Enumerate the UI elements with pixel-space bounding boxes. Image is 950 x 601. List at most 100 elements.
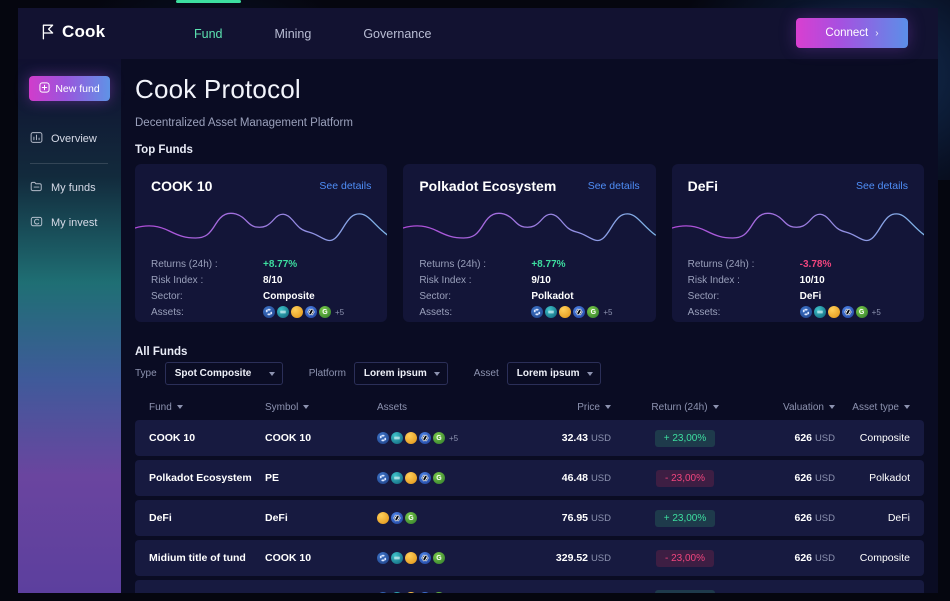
filter-select-asset[interactable]: Lorem ipsum: [506, 362, 601, 385]
table-row[interactable]: Polkadot Ecosystem PE G 46.48 USD - 23,0…: [135, 460, 924, 496]
connect-wallet-button[interactable]: Connect ›: [796, 18, 908, 48]
chevron-right-icon: ›: [875, 27, 879, 39]
nav-item-mining[interactable]: Mining: [249, 8, 338, 59]
asset-chip-group: G +5: [531, 306, 612, 318]
cell-symbol: PE: [265, 472, 280, 484]
top-navigation-bar: Cook Fund Mining Governance Connect ›: [18, 0, 938, 59]
see-details-link[interactable]: See details: [319, 180, 371, 192]
price-unit: USD: [590, 433, 611, 444]
asset-icon-green: G: [855, 306, 868, 318]
cell-fund: Midium title of tund: [149, 552, 246, 564]
risk-label: Risk Index :: [419, 274, 472, 286]
filter-select-platform[interactable]: Lorem ipsum: [353, 362, 448, 385]
asset-icon-polkadot: [377, 472, 389, 484]
cell-price: 19.78 USD: [517, 592, 629, 593]
fund-card[interactable]: Polkadot Ecosystem See details Returns (…: [403, 164, 656, 322]
asset-more-count: +5: [335, 307, 345, 317]
new-fund-button[interactable]: New fund: [29, 76, 110, 101]
cell-assets: G: [377, 512, 517, 524]
filter-select-type[interactable]: Spot Composite: [164, 362, 283, 385]
card-returns-row: Returns (24h) : -3.78%: [688, 256, 908, 272]
asset-icon-teal: [391, 432, 403, 444]
asset-more-count: +5: [603, 307, 613, 317]
column-header-asset-type[interactable]: Asset type: [851, 402, 924, 413]
chevron-down-icon: [433, 371, 440, 376]
card-risk-row: Risk Index : 8/10: [151, 272, 371, 288]
cell-symbol: COOK 10: [265, 552, 312, 564]
column-header-valuation[interactable]: Valuation: [741, 402, 851, 413]
valuation-unit: USD: [814, 513, 835, 524]
sidebar-item-my-invest[interactable]: My invest: [30, 212, 110, 234]
returns-label: Returns (24h) :: [419, 258, 487, 270]
overview-icon: [30, 131, 43, 147]
asset-icon-green: G: [433, 552, 445, 564]
returns-value: +8.77%: [531, 258, 566, 270]
asset-icon-btc: [827, 306, 840, 318]
asset-icon-cosmos: [573, 306, 586, 318]
fund-card[interactable]: COOK 10 See details Returns (24h): +8.7…: [135, 164, 388, 322]
asset-icon-btc: [377, 512, 389, 524]
column-label: Valuation: [783, 401, 824, 413]
sidebar-item-label: Overview: [51, 133, 97, 145]
card-returns-row: Returns (24h) : +8.77%: [419, 256, 639, 272]
sidebar-item-my-funds[interactable]: My funds: [30, 177, 110, 199]
main-content: Cook Protocol Decentralized Asset Manage…: [121, 59, 938, 593]
see-details-link[interactable]: See details: [588, 180, 640, 192]
see-details-link[interactable]: See details: [856, 180, 908, 192]
asset-icon-polkadot: [531, 306, 544, 318]
table-row[interactable]: DeFi DeFi G 76.95 USD + 23,00% 626 USD D…: [135, 500, 924, 536]
card-assets-row: Assets: G +5: [419, 304, 639, 320]
asset-icon-green: G: [405, 512, 417, 524]
sidebar-item-label: My invest: [51, 217, 98, 229]
column-label: Assets: [377, 401, 408, 413]
assets-label: Assets:: [687, 306, 721, 318]
sparkline-chart: [671, 204, 924, 252]
table-row[interactable]: Midium title of tund COOK 10 G 329.52 US…: [135, 540, 924, 576]
sidebar-item-overview[interactable]: Overview: [30, 128, 110, 150]
cell-return: - 23,00%: [629, 549, 741, 567]
asset-more-count: +5: [871, 307, 881, 317]
cell-symbol: COOK 10: [265, 432, 312, 444]
asset-icon-teal: [813, 306, 826, 318]
fund-card[interactable]: DeFi See details Returns (24h) : -3.78% …: [671, 164, 924, 322]
asset-icon-teal: [391, 552, 403, 564]
filter-value-type: Spot Composite: [174, 368, 252, 379]
table-row[interactable]: COOK 10 COOK 10 G +5 32.43 USD + 23,00% 6…: [135, 420, 924, 456]
filter-label-platform: Platform: [308, 368, 346, 379]
cell-return: - 23,00%: [629, 469, 741, 487]
cell-asset-type: Composite: [851, 592, 924, 593]
cell-assets: G: [377, 552, 517, 564]
asset-icon-green: G: [587, 306, 600, 318]
cell-fund: Polkadot Ecosystem: [149, 472, 252, 484]
cell-return: + 23,00%: [629, 509, 741, 527]
sort-caret-icon: [712, 405, 719, 409]
cell-valuation: 626 USD: [794, 552, 836, 564]
cell-assets: G +5: [377, 432, 517, 444]
cell-assets: G: [377, 472, 517, 484]
asset-icon-polkadot: [377, 552, 389, 564]
column-header-fund[interactable]: Fund: [135, 402, 265, 413]
cell-asset-type: Composite: [859, 552, 910, 564]
assets-label: Assets:: [419, 306, 453, 318]
cell-asset-type: Composite: [859, 432, 910, 444]
brand-logo[interactable]: Cook: [41, 22, 105, 42]
column-label: Return (24h): [651, 401, 708, 413]
cell-valuation: 626 USD: [794, 432, 836, 444]
chevron-down-icon: [268, 371, 275, 376]
card-risk-row: Risk Index : 9/10: [419, 272, 639, 288]
return-badge: - 23,00%: [655, 469, 715, 487]
invest-icon: [30, 215, 43, 231]
table-row[interactable]: Short COOK 10 G 19.78 USD + 23,00% 626 U…: [135, 580, 924, 593]
risk-value: 10/10: [799, 274, 825, 286]
column-header-return[interactable]: Return (24h): [629, 402, 741, 413]
column-header-assets: Assets: [377, 402, 517, 413]
sort-caret-icon: [904, 405, 910, 409]
nav-item-fund[interactable]: Fund: [168, 0, 249, 59]
column-header-price[interactable]: Price: [517, 402, 629, 413]
card-returns-row: Returns (24h) : +8.77%: [151, 256, 371, 272]
sector-value: DeFi: [799, 290, 822, 302]
column-header-symbol[interactable]: Symbol: [265, 402, 377, 413]
asset-icon-teal: [391, 592, 403, 593]
nav-item-governance[interactable]: Governance: [337, 8, 457, 59]
return-badge: + 23,00%: [654, 509, 716, 527]
